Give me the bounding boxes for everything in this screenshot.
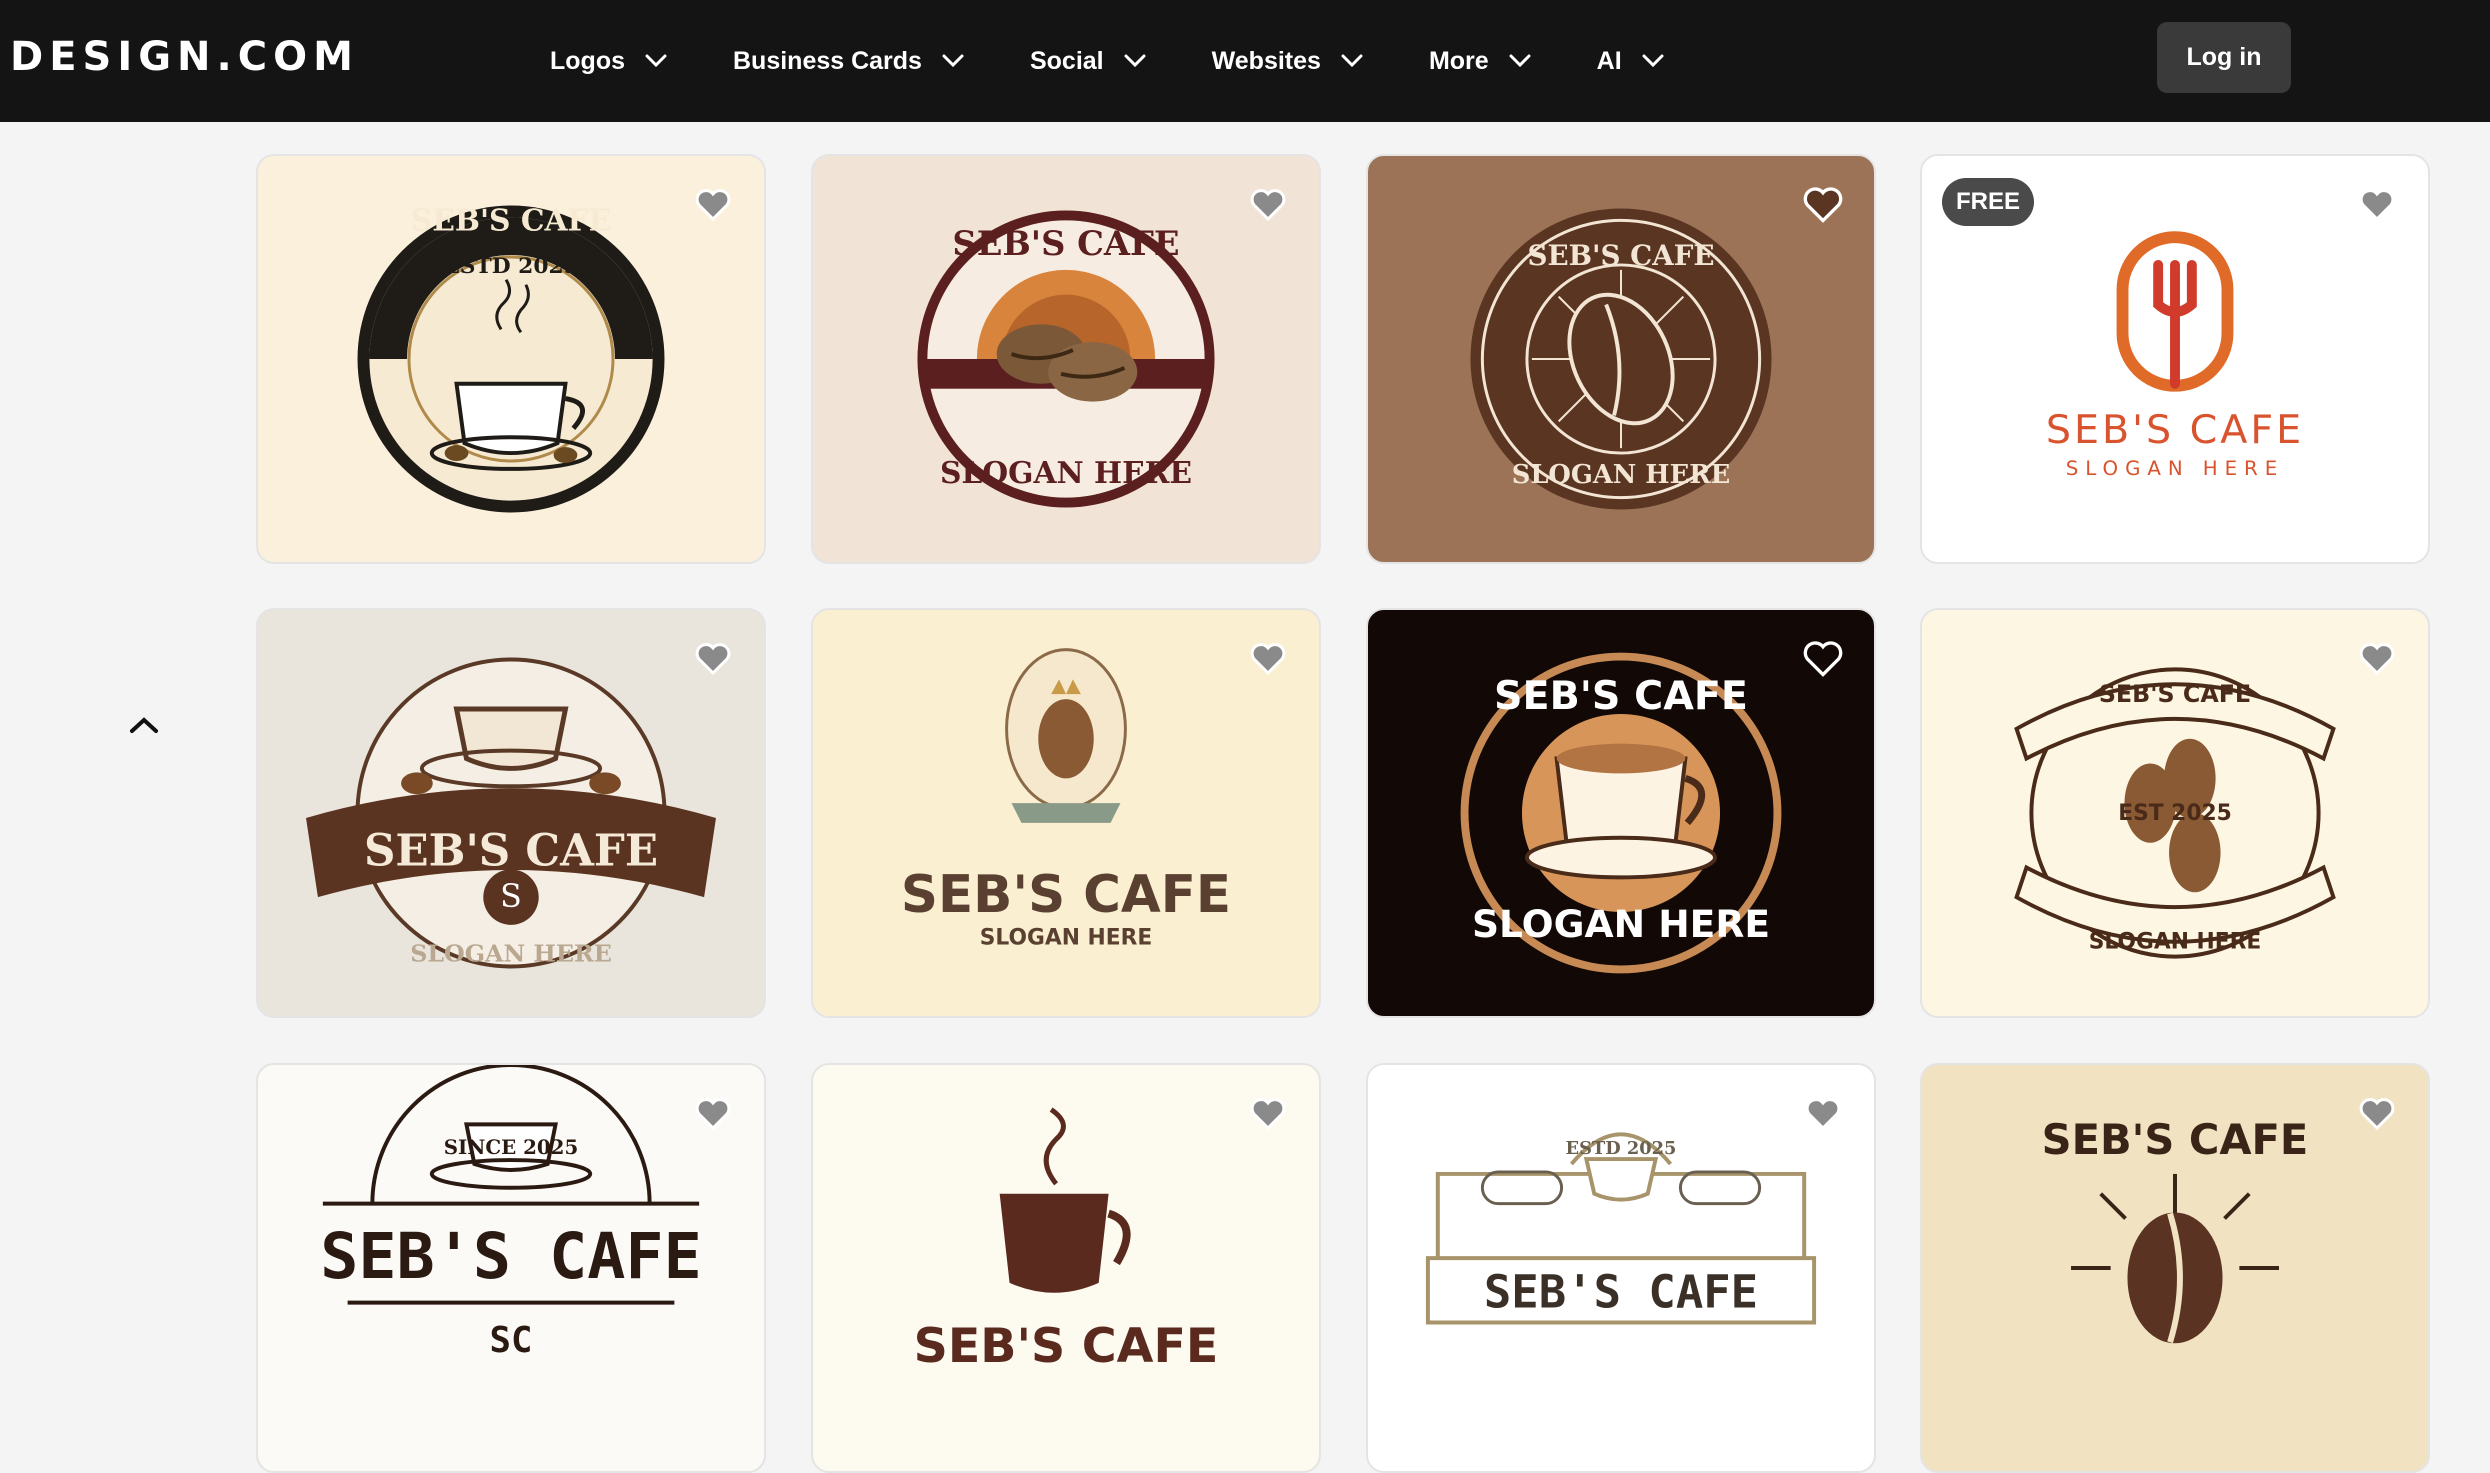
logo-artwork: SEB'S CAFESLOGAN HERE: [901, 648, 1231, 951]
logo-card[interactable]: SEB'S CAFE SLOGAN HERE: [811, 154, 1321, 564]
favorite-button[interactable]: [1247, 184, 1289, 226]
logo-artwork: SEB'S CAFE ESTD 2025: [357, 203, 665, 513]
logo-artwork: S SEB'S CAFE SLOGAN HERE: [306, 657, 716, 969]
logo-card[interactable]: SEB'S CAFE SLOGAN HERE: [1366, 608, 1876, 1018]
heart-icon: [1250, 643, 1286, 675]
logo-extra-text: EST 2025: [2118, 801, 2232, 826]
chevron-down-icon: [942, 54, 964, 68]
favorite-button[interactable]: [1802, 638, 1844, 680]
logo-slogan-text: SLOGAN HERE: [1472, 902, 1770, 946]
logo-card[interactable]: SEB'S CAFE SLOGAN HERE FREE: [1920, 154, 2430, 564]
logo-name-text: SEB'S CAFE: [411, 203, 611, 238]
heart-icon: [1250, 1098, 1286, 1130]
logo-name-text: SEB'S CAFE: [952, 223, 1179, 263]
nav-more[interactable]: More: [1429, 47, 1531, 76]
login-button[interactable]: Log in: [2157, 22, 2291, 93]
logo-card[interactable]: SEB'S CAFE SC SINCE 2025: [256, 1063, 766, 1473]
favorite-button[interactable]: [1247, 638, 1289, 680]
chevron-up-icon: [130, 717, 158, 733]
logo-name-text: SEB'S CAFE: [364, 825, 658, 876]
chevron-down-icon: [1642, 54, 1664, 68]
nav-label: Social: [1029, 46, 1104, 75]
logo-extra-text: SINCE 2025: [444, 1135, 579, 1159]
nav-label: AI: [1596, 46, 1622, 75]
favorite-button[interactable]: [1247, 1093, 1289, 1135]
logo-artwork: SEB'S CAFE: [2042, 1115, 2309, 1344]
nav-ai[interactable]: AI: [1597, 47, 1664, 76]
scroll-up-button[interactable]: [122, 705, 166, 745]
logo-extra-text: ESTD 2025: [1566, 1138, 1677, 1159]
nav-social[interactable]: Social: [1030, 47, 1146, 76]
nav-label: Business Cards: [733, 46, 922, 75]
logo-artwork: SEB'S CAFE SLOGAN HERE: [917, 210, 1215, 508]
favorite-button[interactable]: [692, 1093, 734, 1135]
nav-label: Websites: [1211, 46, 1321, 75]
brand-logo[interactable]: DESIGN.COM: [10, 34, 359, 80]
heart-icon: [2359, 643, 2395, 675]
svg-text:SEB'S CAFE: SEB'S CAFE: [2046, 407, 2304, 453]
logo-name-text: SEB'S CAFE: [1527, 239, 1714, 272]
chevron-down-icon: [1509, 54, 1531, 68]
logo-card[interactable]: SEB'S CAFE SLOGAN HERE EST 2025: [1920, 608, 2430, 1018]
logo-artwork: SEB'S CAFE SLOGAN HERE: [1470, 208, 1772, 510]
logo-slogan-text: SC: [490, 1320, 533, 1361]
nav-label: More: [1428, 46, 1489, 75]
logo-card[interactable]: SEB'S CAFE SLOGAN HERE: [811, 608, 1321, 1018]
nav-label: Logos: [550, 46, 625, 75]
heart-icon: [1805, 1098, 1841, 1130]
svg-text:SLOGAN HERE: SLOGAN HERE: [2066, 457, 2284, 480]
favorite-button[interactable]: [2356, 638, 2398, 680]
heart-icon: [1803, 187, 1843, 223]
heart-icon: [1803, 641, 1843, 677]
heart-icon: [1250, 189, 1286, 221]
chevron-down-icon: [645, 54, 667, 68]
favorite-button[interactable]: [692, 638, 734, 680]
heart-icon: [695, 643, 731, 675]
main-nav: Logos Business Cards Social Websites Mor…: [550, 0, 1730, 122]
chevron-down-icon: [1124, 54, 1146, 68]
logo-artwork: SEB'S CAFE ESTD 2025: [1425, 1132, 1817, 1325]
logo-name-text: SEB'S CAFE: [1484, 1266, 1758, 1319]
logo-card[interactable]: SEB'S CAFE ESTD 2025: [1366, 1063, 1876, 1473]
logo-slogan-text: SLOGAN HERE: [410, 940, 612, 968]
nav-logos[interactable]: Logos: [550, 47, 667, 76]
svg-text:S: S: [500, 879, 522, 915]
logo-artwork: SEB'S CAFE SLOGAN HERE: [1460, 652, 1782, 974]
nav-business-cards[interactable]: Business Cards: [733, 47, 964, 76]
logo-card[interactable]: SEB'S CAFE: [811, 1063, 1321, 1473]
logo-card[interactable]: S SEB'S CAFE SLOGAN HERE: [256, 608, 766, 1018]
favorite-button[interactable]: [2356, 184, 2398, 226]
logo-slogan-text: SLOGAN HERE: [980, 926, 1153, 951]
logo-slogan-text: SLOGAN HERE: [940, 456, 1192, 491]
logo-name-text: SEB'S CAFE: [2042, 1115, 2309, 1164]
favorite-button[interactable]: [1802, 184, 1844, 226]
top-navbar: DESIGN.COM Logos Business Cards Social W…: [0, 0, 2490, 122]
logo-card[interactable]: SEB'S CAFE ESTD 2025: [256, 154, 766, 564]
logo-artwork: SEB'S CAFE: [914, 1107, 1219, 1374]
chevron-down-icon: [1341, 54, 1363, 68]
nav-websites[interactable]: Websites: [1212, 47, 1363, 76]
favorite-button[interactable]: [2356, 1093, 2398, 1135]
favorite-button[interactable]: [692, 184, 734, 226]
logo-slogan-text: SLOGAN HERE: [2089, 930, 2262, 955]
logo-name-text: SEB'S CAFE: [320, 1219, 701, 1293]
free-badge: FREE: [1942, 178, 2035, 226]
heart-icon: [695, 189, 731, 221]
heart-icon: [2359, 189, 2395, 221]
logo-slogan-text: SLOGAN HERE: [1512, 460, 1730, 490]
heart-icon: [695, 1098, 731, 1130]
logo-artwork: SEB'S CAFE SC SINCE 2025: [320, 1065, 702, 1361]
heart-icon: [2359, 1098, 2395, 1130]
logo-name-text: SEB'S CAFE: [901, 865, 1231, 925]
favorite-button[interactable]: [1802, 1093, 1844, 1135]
logo-name-text: SEB'S CAFE: [1494, 673, 1748, 719]
logo-card[interactable]: SEB'S CAFE: [1920, 1063, 2430, 1473]
logo-name-text: SEB'S CAFE: [2099, 680, 2251, 708]
logo-extra-text: ESTD 2025: [443, 254, 579, 279]
logo-artwork: SEB'S CAFE SLOGAN HERE EST 2025: [2014, 667, 2336, 959]
logo-name-text: SEB'S CAFE: [914, 1319, 1219, 1374]
logo-card[interactable]: SEB'S CAFE SLOGAN HERE: [1366, 154, 1876, 564]
